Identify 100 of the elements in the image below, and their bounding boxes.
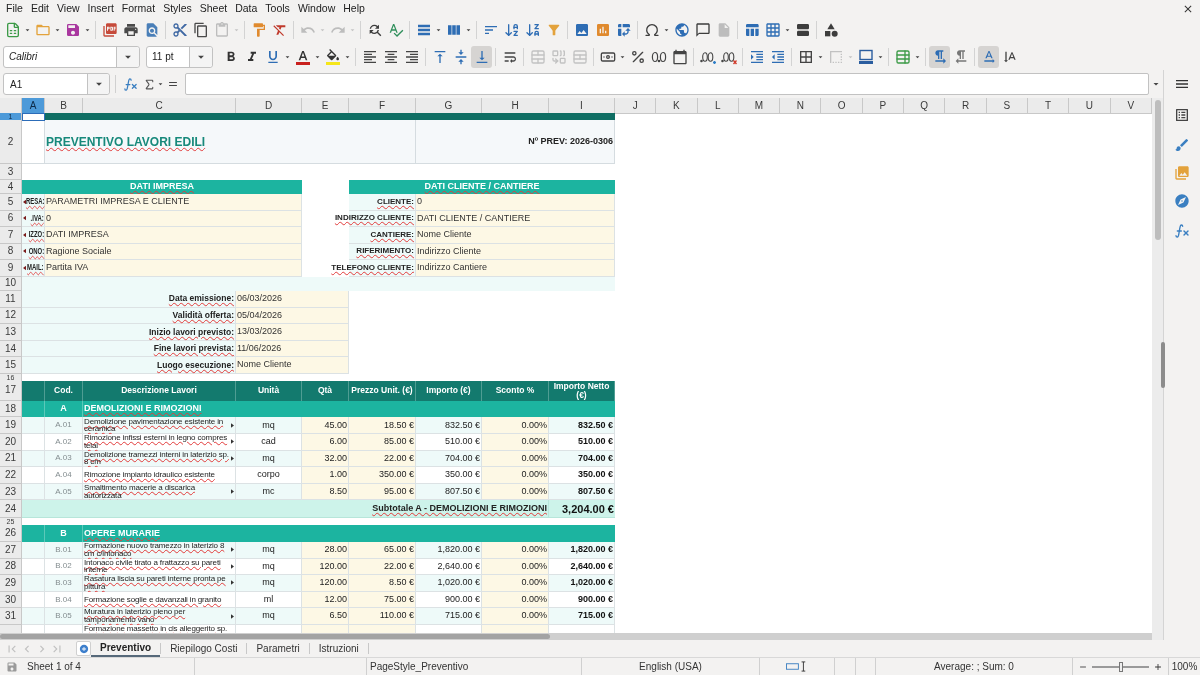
column-header[interactable]: E [302, 98, 349, 114]
field-label: Validità offerta: [172, 309, 234, 322]
language: English (USA) [639, 660, 702, 674]
row-header[interactable]: 2 [0, 120, 22, 164]
row-header[interactable]: 5 [0, 194, 22, 211]
font-size-field[interactable]: 11 pt [146, 45, 213, 68]
column-header[interactable]: M [738, 98, 781, 114]
column-header[interactable]: L [697, 98, 739, 114]
menu-item[interactable]: Insert [83, 1, 118, 16]
sidebar-handle[interactable] [1161, 342, 1165, 388]
field-value: PARAMETRI IMPRESA E CLIENTE [46, 195, 190, 208]
column-header[interactable]: N [780, 98, 822, 114]
column-heading: Qtà [302, 380, 349, 401]
slider-thumb[interactable] [1118, 661, 1123, 672]
field-label: RIFERIMENTO: [356, 245, 414, 258]
column-header[interactable]: K [656, 98, 698, 114]
horizontal-text-button[interactable] [978, 45, 999, 68]
column-header[interactable]: U [1069, 98, 1111, 114]
font-name-field[interactable]: Calibri [3, 45, 140, 68]
row-header[interactable]: 15 [0, 357, 22, 374]
menu-item[interactable]: File [2, 1, 27, 16]
row-header[interactable]: 3 [0, 164, 22, 180]
selection-mode-icon[interactable] [786, 661, 808, 672]
field-value: 06/03/2026 [237, 292, 283, 306]
menu-item[interactable]: View [53, 1, 84, 16]
indent-increase-icon [748, 48, 765, 65]
field-value: Nome Cliente [237, 358, 292, 372]
function-icon[interactable] [1174, 223, 1190, 239]
row-header[interactable]: 7 [0, 227, 22, 244]
column-header[interactable]: S [986, 98, 1028, 114]
shapes-icon [822, 22, 839, 38]
sheet-tab[interactable]: Riepilogo Costi [161, 640, 247, 657]
horizontal-scrollbar[interactable] [0, 633, 1152, 640]
align-bottom-button[interactable] [471, 45, 492, 68]
row-header[interactable]: 17 [0, 380, 22, 401]
menu-item[interactable]: Data [231, 1, 262, 16]
brush-icon[interactable] [1174, 137, 1190, 153]
column-header[interactable]: A [22, 98, 45, 114]
column-header[interactable]: V [1110, 98, 1152, 114]
page-style: PageStyle_Preventivo [370, 660, 469, 674]
description-text: Intonaco civile tirato a frattazzo su pareti interne [84, 558, 222, 575]
speech-bubble-icon [694, 22, 711, 38]
column-header[interactable]: J [615, 98, 657, 114]
field-label: INDIRIZZO CLIENTE: [334, 212, 414, 225]
sigma-icon[interactable] [143, 77, 156, 91]
field-value: Indirizzo Cantiere [417, 261, 488, 274]
scrollbar-thumb[interactable] [0, 634, 550, 639]
field-label: Inizio lavori previsto: [148, 325, 234, 339]
row-header[interactable]: 11 [0, 291, 22, 308]
sheet-tab[interactable]: Parametri [247, 640, 309, 657]
compass-icon[interactable] [1174, 193, 1190, 209]
row-header[interactable]: 31 [0, 608, 22, 625]
table-icon [743, 22, 760, 38]
menu-item[interactable]: Window [293, 1, 340, 16]
align-left-icon [361, 48, 378, 65]
sheet-tab[interactable]: Preventivo [91, 640, 161, 657]
table-cell: 8.50 € [349, 575, 416, 592]
vertical-scrollbar[interactable] [1152, 98, 1163, 640]
row-header[interactable]: 24 [0, 500, 22, 519]
column-header[interactable]: O [821, 98, 863, 114]
row-header[interactable]: 22 [0, 467, 22, 484]
column-header[interactable]: B [45, 98, 83, 114]
column-header[interactable]: G [416, 98, 482, 114]
cell-reference-field[interactable]: A1 [3, 73, 110, 95]
table-cell: mq [236, 575, 302, 592]
column-header[interactable]: P [862, 98, 905, 114]
formula-input-field[interactable] [185, 73, 1149, 95]
left-to-right-button[interactable] [929, 45, 950, 68]
column-header[interactable]: Q [904, 98, 946, 114]
column-header[interactable]: F [349, 98, 416, 114]
menu-item[interactable]: Styles [159, 1, 196, 16]
menu-item[interactable]: Sheet [195, 1, 232, 16]
menu-item[interactable]: Format [117, 1, 160, 16]
column-header[interactable]: I [549, 98, 615, 114]
quote-number: Nº PREV: 2026-0306 [528, 134, 613, 148]
subtotal-label: Subtotale A - DEMOLIZIONI E RIMOZIONI [372, 502, 547, 516]
row-header[interactable]: 19 [0, 417, 22, 435]
globe-icon [673, 22, 690, 38]
sheet-tab[interactable]: Istruzioni [309, 640, 368, 657]
row-header[interactable]: 29 [0, 575, 22, 592]
column-header[interactable]: H [482, 98, 549, 114]
select-all-corner[interactable] [0, 98, 22, 114]
menu-item[interactable]: Edit [26, 1, 53, 16]
menu-item[interactable]: Help [339, 1, 369, 16]
scrollbar-thumb[interactable] [1154, 100, 1161, 240]
column-header[interactable]: D [236, 98, 302, 114]
row-header[interactable]: 20 [0, 434, 22, 451]
list-icon[interactable] [1174, 107, 1190, 123]
table-cell: 715.00 € [416, 608, 482, 625]
column-header[interactable]: T [1027, 98, 1070, 114]
column-header[interactable]: R [945, 98, 987, 114]
row-header[interactable]: 13 [0, 324, 22, 341]
row-header[interactable]: 9 [0, 260, 22, 277]
description-text: Demolizione pavimentazione esistente in ceramica [84, 417, 225, 433]
add-sheet-button[interactable] [76, 641, 91, 656]
column-header[interactable]: C [83, 98, 236, 114]
function-icon[interactable] [123, 76, 138, 92]
row-header[interactable]: 26 [0, 525, 22, 542]
menu-item[interactable]: Tools [261, 1, 294, 16]
row-header[interactable]: 4 [0, 180, 22, 194]
